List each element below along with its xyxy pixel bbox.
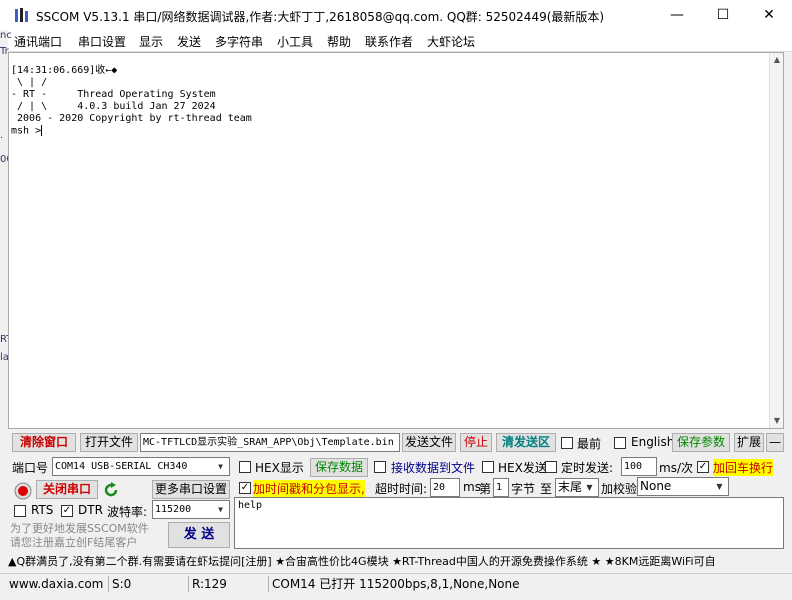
scroll-down-icon[interactable]: ▼ xyxy=(770,414,784,428)
baud-select[interactable]: 115200 ▼ xyxy=(152,500,230,519)
website-link[interactable]: www.daxia.com xyxy=(6,576,103,592)
timed-send-checkbox[interactable] xyxy=(545,461,557,473)
add-newline-checkbox[interactable]: ✓ xyxy=(697,461,709,473)
scroll-up-icon[interactable]: ▲ xyxy=(770,53,784,67)
send-file-button[interactable]: 发送文件 xyxy=(402,433,456,452)
period-input[interactable]: 100 xyxy=(621,457,657,476)
status-bar: www.daxia.com S:0 R:129 COM14 已打开 115200… xyxy=(0,573,792,593)
english-checkbox[interactable] xyxy=(614,437,626,449)
menu-send[interactable]: 发送 xyxy=(177,33,201,50)
nth-label: 第 xyxy=(479,482,492,496)
topmost-checkbox[interactable] xyxy=(561,437,573,449)
vertical-scrollbar[interactable]: ▲ ▼ xyxy=(769,53,783,428)
terminal-output: [14:31:06.669]收←◆ \ | / - RT - Thread Op… xyxy=(11,65,252,137)
more-settings-button[interactable]: 更多串口设置 xyxy=(152,480,230,499)
send-text-area[interactable]: help xyxy=(234,497,784,549)
timed-send-label: 定时发送: xyxy=(561,461,614,475)
english-label: English xyxy=(631,435,675,449)
menu-bar: 通讯端口 串口设置 显示 发送 多字符串 小工具 帮助 联系作者 大虾论坛 xyxy=(0,30,792,52)
menu-comm-port[interactable]: 通讯端口 xyxy=(14,33,62,50)
menu-contact-author[interactable]: 联系作者 xyxy=(365,33,413,50)
chevron-down-icon: ▼ xyxy=(716,482,723,491)
send-text: help xyxy=(238,500,263,511)
clear-send-area-button[interactable]: 清发送区 xyxy=(496,433,556,452)
register-hint-1: 为了更好地发展SSCOM软件 xyxy=(10,522,149,535)
menu-display[interactable]: 显示 xyxy=(139,33,163,50)
recv-to-file-checkbox[interactable] xyxy=(374,461,386,473)
chevron-down-icon: ▼ xyxy=(218,462,223,471)
timeout-label: 超时时间: xyxy=(375,482,428,496)
save-data-button[interactable]: 保存数据 xyxy=(310,458,368,477)
collapse-button[interactable]: — xyxy=(766,433,784,452)
menu-multi-string[interactable]: 多字符串 xyxy=(215,33,263,50)
checksum-select[interactable]: None ▼ xyxy=(637,477,729,496)
menu-forum[interactable]: 大虾论坛 xyxy=(427,33,475,50)
port-status-icon xyxy=(14,482,32,500)
sent-count: S:0 xyxy=(108,576,186,592)
add-newline-label: 加回车换行 xyxy=(713,459,774,476)
title-bar: SSCOM V5.13.1 串口/网络数据调试器,作者:大虾丁丁,2618058… xyxy=(0,0,792,30)
edge-text: nc xyxy=(0,30,12,41)
receive-window[interactable]: [14:31:06.669]收←◆ \ | / - RT - Thread Op… xyxy=(8,52,784,429)
left-edge-strip: nc Tr . 00 RT la xyxy=(0,30,13,445)
send-button[interactable]: 发 送 xyxy=(168,522,230,548)
timestamp-checkbox[interactable]: ✓ xyxy=(239,482,251,494)
chevron-down-icon: ▼ xyxy=(586,483,593,492)
baud-value: 115200 xyxy=(155,504,192,515)
register-hint-2: 请您注册嘉立创F结尾客户 xyxy=(10,536,138,549)
port-status-text: COM14 已打开 115200bps,8,1,None,None xyxy=(268,576,568,592)
end-value: 末尾 xyxy=(558,480,583,494)
nth-input[interactable]: 1 xyxy=(493,478,509,497)
menu-tools[interactable]: 小工具 xyxy=(277,33,313,50)
rts-label: RTS xyxy=(31,503,54,517)
hex-send-checkbox[interactable] xyxy=(482,461,494,473)
topmost-label: 最前 xyxy=(577,437,602,451)
port-label: 端口号 xyxy=(12,461,49,475)
text-cursor xyxy=(41,125,43,136)
app-icon xyxy=(15,8,28,22)
edge-text: . xyxy=(0,130,4,141)
news-ticker[interactable]: ▲Q群满员了,没有第二个群.有需要请在虾坛提问[注册] ★合宙高性价比4G模块 … xyxy=(8,552,784,572)
window-title: SSCOM V5.13.1 串口/网络数据调试器,作者:大虾丁丁,2618058… xyxy=(36,10,605,24)
recv-to-file-label[interactable]: 接收数据到文件 xyxy=(391,459,475,476)
byte-label: 字节 xyxy=(511,482,536,496)
save-params-button[interactable]: 保存参数 xyxy=(672,433,730,452)
dtr-checkbox[interactable]: ✓ xyxy=(61,505,73,517)
to-label: 至 xyxy=(540,482,553,496)
minimize-button[interactable]: — xyxy=(654,0,700,30)
baud-label: 波特率: xyxy=(107,505,148,519)
menu-help[interactable]: 帮助 xyxy=(327,33,351,50)
end-select[interactable]: 末尾 ▼ xyxy=(555,478,599,497)
hex-send-label: HEX发送 xyxy=(498,461,547,475)
open-file-button[interactable]: 打开文件 xyxy=(80,433,138,452)
timeout-input[interactable]: 20 xyxy=(430,478,460,497)
hex-display-label: HEX显示 xyxy=(255,461,304,475)
checksum-value: None xyxy=(640,479,672,493)
checksum-label: 加校验 xyxy=(601,482,638,496)
menu-serial-settings[interactable]: 串口设置 xyxy=(78,33,126,50)
port-select[interactable]: COM14 USB-SERIAL CH340 ▼ xyxy=(52,457,230,476)
file-path-input[interactable]: MC-TFTLCD显示实验_SRAM_APP\Obj\Template.bin xyxy=(140,433,400,452)
hex-display-checkbox[interactable] xyxy=(239,461,251,473)
rts-checkbox[interactable] xyxy=(14,505,26,517)
received-count: R:129 xyxy=(188,576,266,592)
chevron-down-icon: ▼ xyxy=(218,505,223,514)
maximize-button[interactable]: ☐ xyxy=(700,0,746,30)
port-value: COM14 USB-SERIAL CH340 xyxy=(55,461,188,472)
expand-button[interactable]: 扩展 xyxy=(734,433,764,452)
timestamp-label: 加时间戳和分包显示, xyxy=(253,480,365,497)
refresh-icon[interactable] xyxy=(102,481,120,499)
stop-button[interactable]: 停止 xyxy=(460,433,492,452)
period-unit: ms/次 xyxy=(659,461,693,475)
close-button[interactable]: ✕ xyxy=(746,0,792,30)
close-port-button[interactable]: 关闭串口 xyxy=(36,480,98,499)
dtr-label: DTR xyxy=(78,503,103,517)
clear-window-button[interactable]: 清除窗口 xyxy=(12,433,76,452)
